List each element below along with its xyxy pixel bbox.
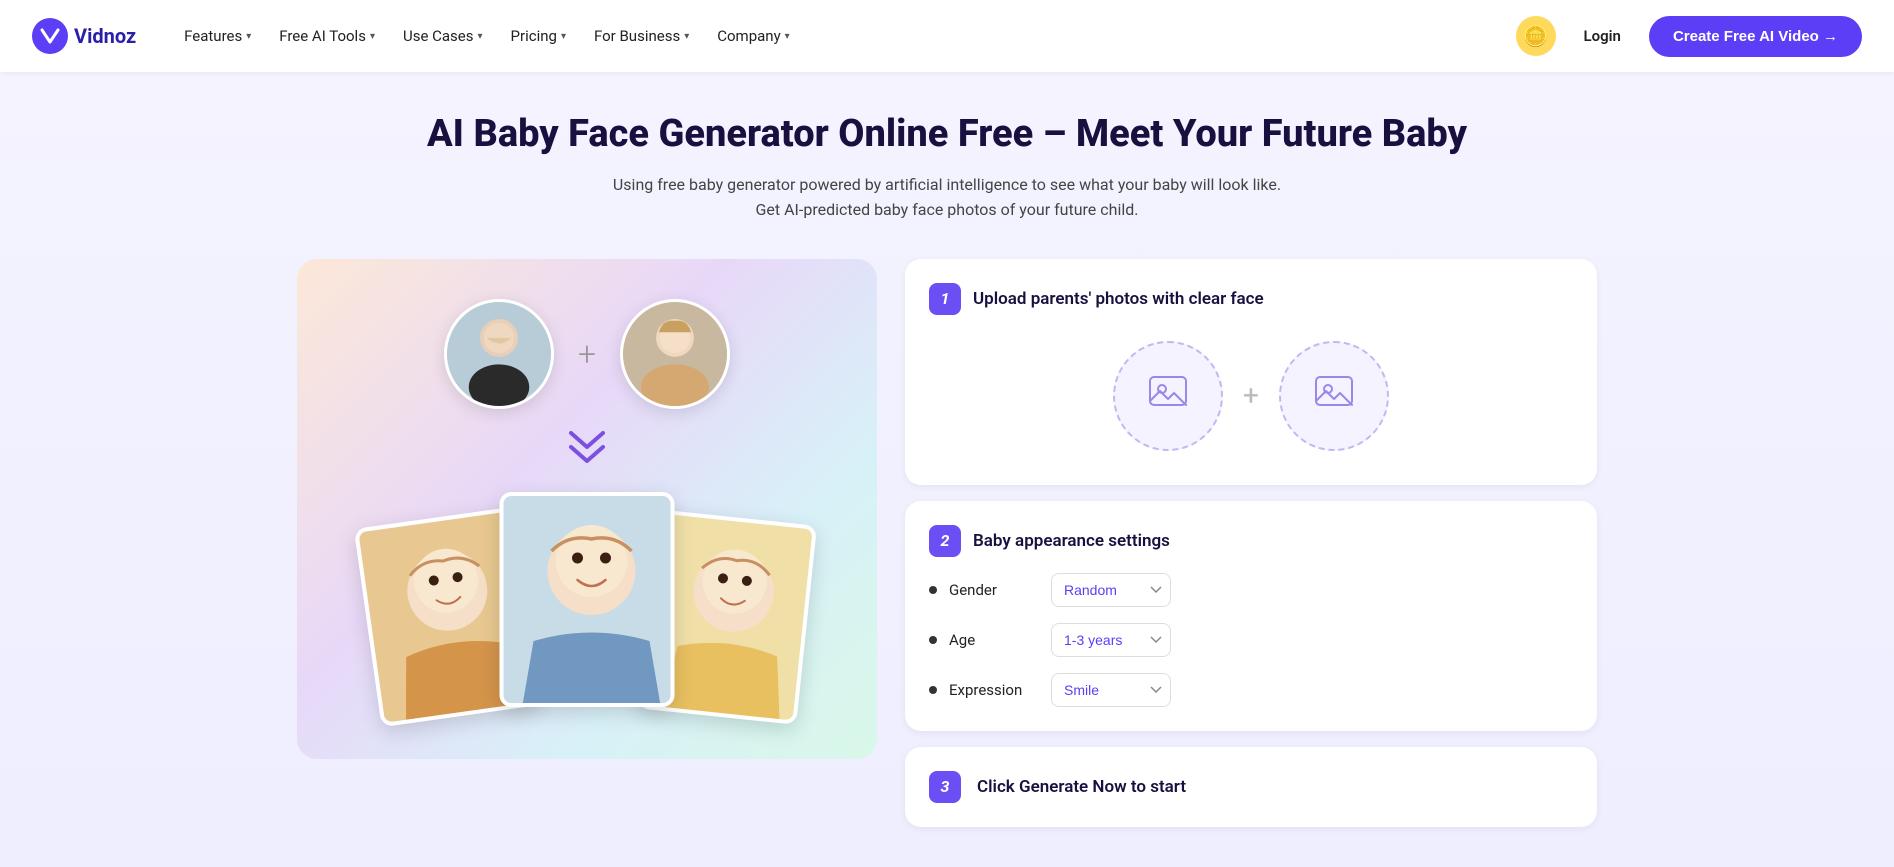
upload-mom-button[interactable] (1279, 341, 1389, 451)
hero-subtitle: Using free baby generator powered by art… (32, 172, 1862, 223)
dad-photo (447, 302, 551, 406)
dad-avatar (444, 299, 554, 409)
create-free-video-button[interactable]: Create Free AI Video → (1649, 16, 1862, 57)
step1-header: 1 Upload parents' photos with clear face (929, 283, 1573, 315)
step1-number: 1 (929, 283, 961, 315)
coin-badge[interactable]: 🪙 (1516, 16, 1556, 56)
gender-select[interactable]: Random Boy Girl (1051, 573, 1171, 607)
age-select[interactable]: 1-3 years 4-6 years 7-10 years (1051, 623, 1171, 657)
login-button[interactable]: Login (1572, 19, 1633, 53)
mom-avatar (620, 299, 730, 409)
step3-card: 3 Click Generate Now to start (905, 747, 1597, 827)
upload-row: + (929, 331, 1573, 461)
expression-select[interactable]: Smile Neutral Happy (1051, 673, 1171, 707)
right-panel: 1 Upload parents' photos with clear face (905, 259, 1597, 827)
step2-title: Baby appearance settings (973, 531, 1170, 551)
settings-rows: Gender Random Boy Girl Age 1-3 years 4-6… (929, 573, 1573, 707)
nav-item-pricing[interactable]: Pricing ▾ (499, 19, 578, 53)
babies-row (327, 487, 847, 717)
step1-title: Upload parents' photos with clear face (973, 289, 1264, 309)
mom-photo (623, 302, 727, 406)
double-chevron-icon (563, 429, 611, 471)
age-bullet (929, 636, 937, 644)
upload-dad-icon (1146, 369, 1190, 422)
age-label: Age (949, 631, 1039, 649)
nav-item-use-cases[interactable]: Use Cases ▾ (391, 19, 495, 53)
expression-bullet (929, 686, 937, 694)
chevron-down-icon: ▾ (246, 31, 251, 42)
coin-icon: 🪙 (1523, 24, 1548, 48)
hero-title: AI Baby Face Generator Online Free – Mee… (32, 112, 1862, 158)
content-row: + (297, 259, 1597, 827)
parents-row: + (444, 299, 730, 409)
gender-bullet (929, 586, 937, 594)
nav-item-free-ai-tools[interactable]: Free AI Tools ▾ (267, 19, 387, 53)
chevron-down-icon: ▾ (785, 31, 790, 42)
chevron-down-icon: ▾ (370, 31, 375, 42)
nav-item-company[interactable]: Company ▾ (705, 19, 801, 53)
upload-plus-separator: + (1243, 379, 1259, 412)
main-content: AI Baby Face Generator Online Free – Mee… (0, 72, 1894, 867)
step2-header: 2 Baby appearance settings (929, 525, 1573, 557)
gender-setting-row: Gender Random Boy Girl (929, 573, 1573, 607)
baby-photo-2 (500, 492, 675, 707)
gender-label: Gender (949, 581, 1039, 599)
preview-panel: + (297, 259, 877, 759)
step3-title: Click Generate Now to start (977, 777, 1186, 797)
logo-link[interactable]: Vidnoz (32, 18, 136, 54)
upload-dad-button[interactable] (1113, 341, 1223, 451)
chevron-down-icon: ▾ (684, 31, 689, 42)
nav-item-for-business[interactable]: For Business ▾ (582, 19, 701, 53)
upload-mom-icon (1312, 369, 1356, 422)
chevron-down-icon: ▾ (478, 31, 483, 42)
plus-separator: + (578, 335, 596, 373)
expression-setting-row: Expression Smile Neutral Happy (929, 673, 1573, 707)
navbar: Vidnoz Features ▾ Free AI Tools ▾ Use Ca… (0, 0, 1894, 72)
step1-card: 1 Upload parents' photos with clear face (905, 259, 1597, 485)
logo-icon (32, 18, 68, 54)
nav-links: Features ▾ Free AI Tools ▾ Use Cases ▾ P… (172, 19, 1491, 53)
chevron-down-icon: ▾ (561, 31, 566, 42)
step2-number: 2 (929, 525, 961, 557)
nav-right: 🪙 Login Create Free AI Video → (1516, 16, 1862, 57)
age-setting-row: Age 1-3 years 4-6 years 7-10 years (929, 623, 1573, 657)
step2-card: 2 Baby appearance settings Gender Random… (905, 501, 1597, 731)
step3-number: 3 (929, 771, 961, 803)
expression-label: Expression (949, 681, 1039, 699)
logo-text: Vidnoz (74, 24, 136, 48)
nav-item-features[interactable]: Features ▾ (172, 19, 263, 53)
